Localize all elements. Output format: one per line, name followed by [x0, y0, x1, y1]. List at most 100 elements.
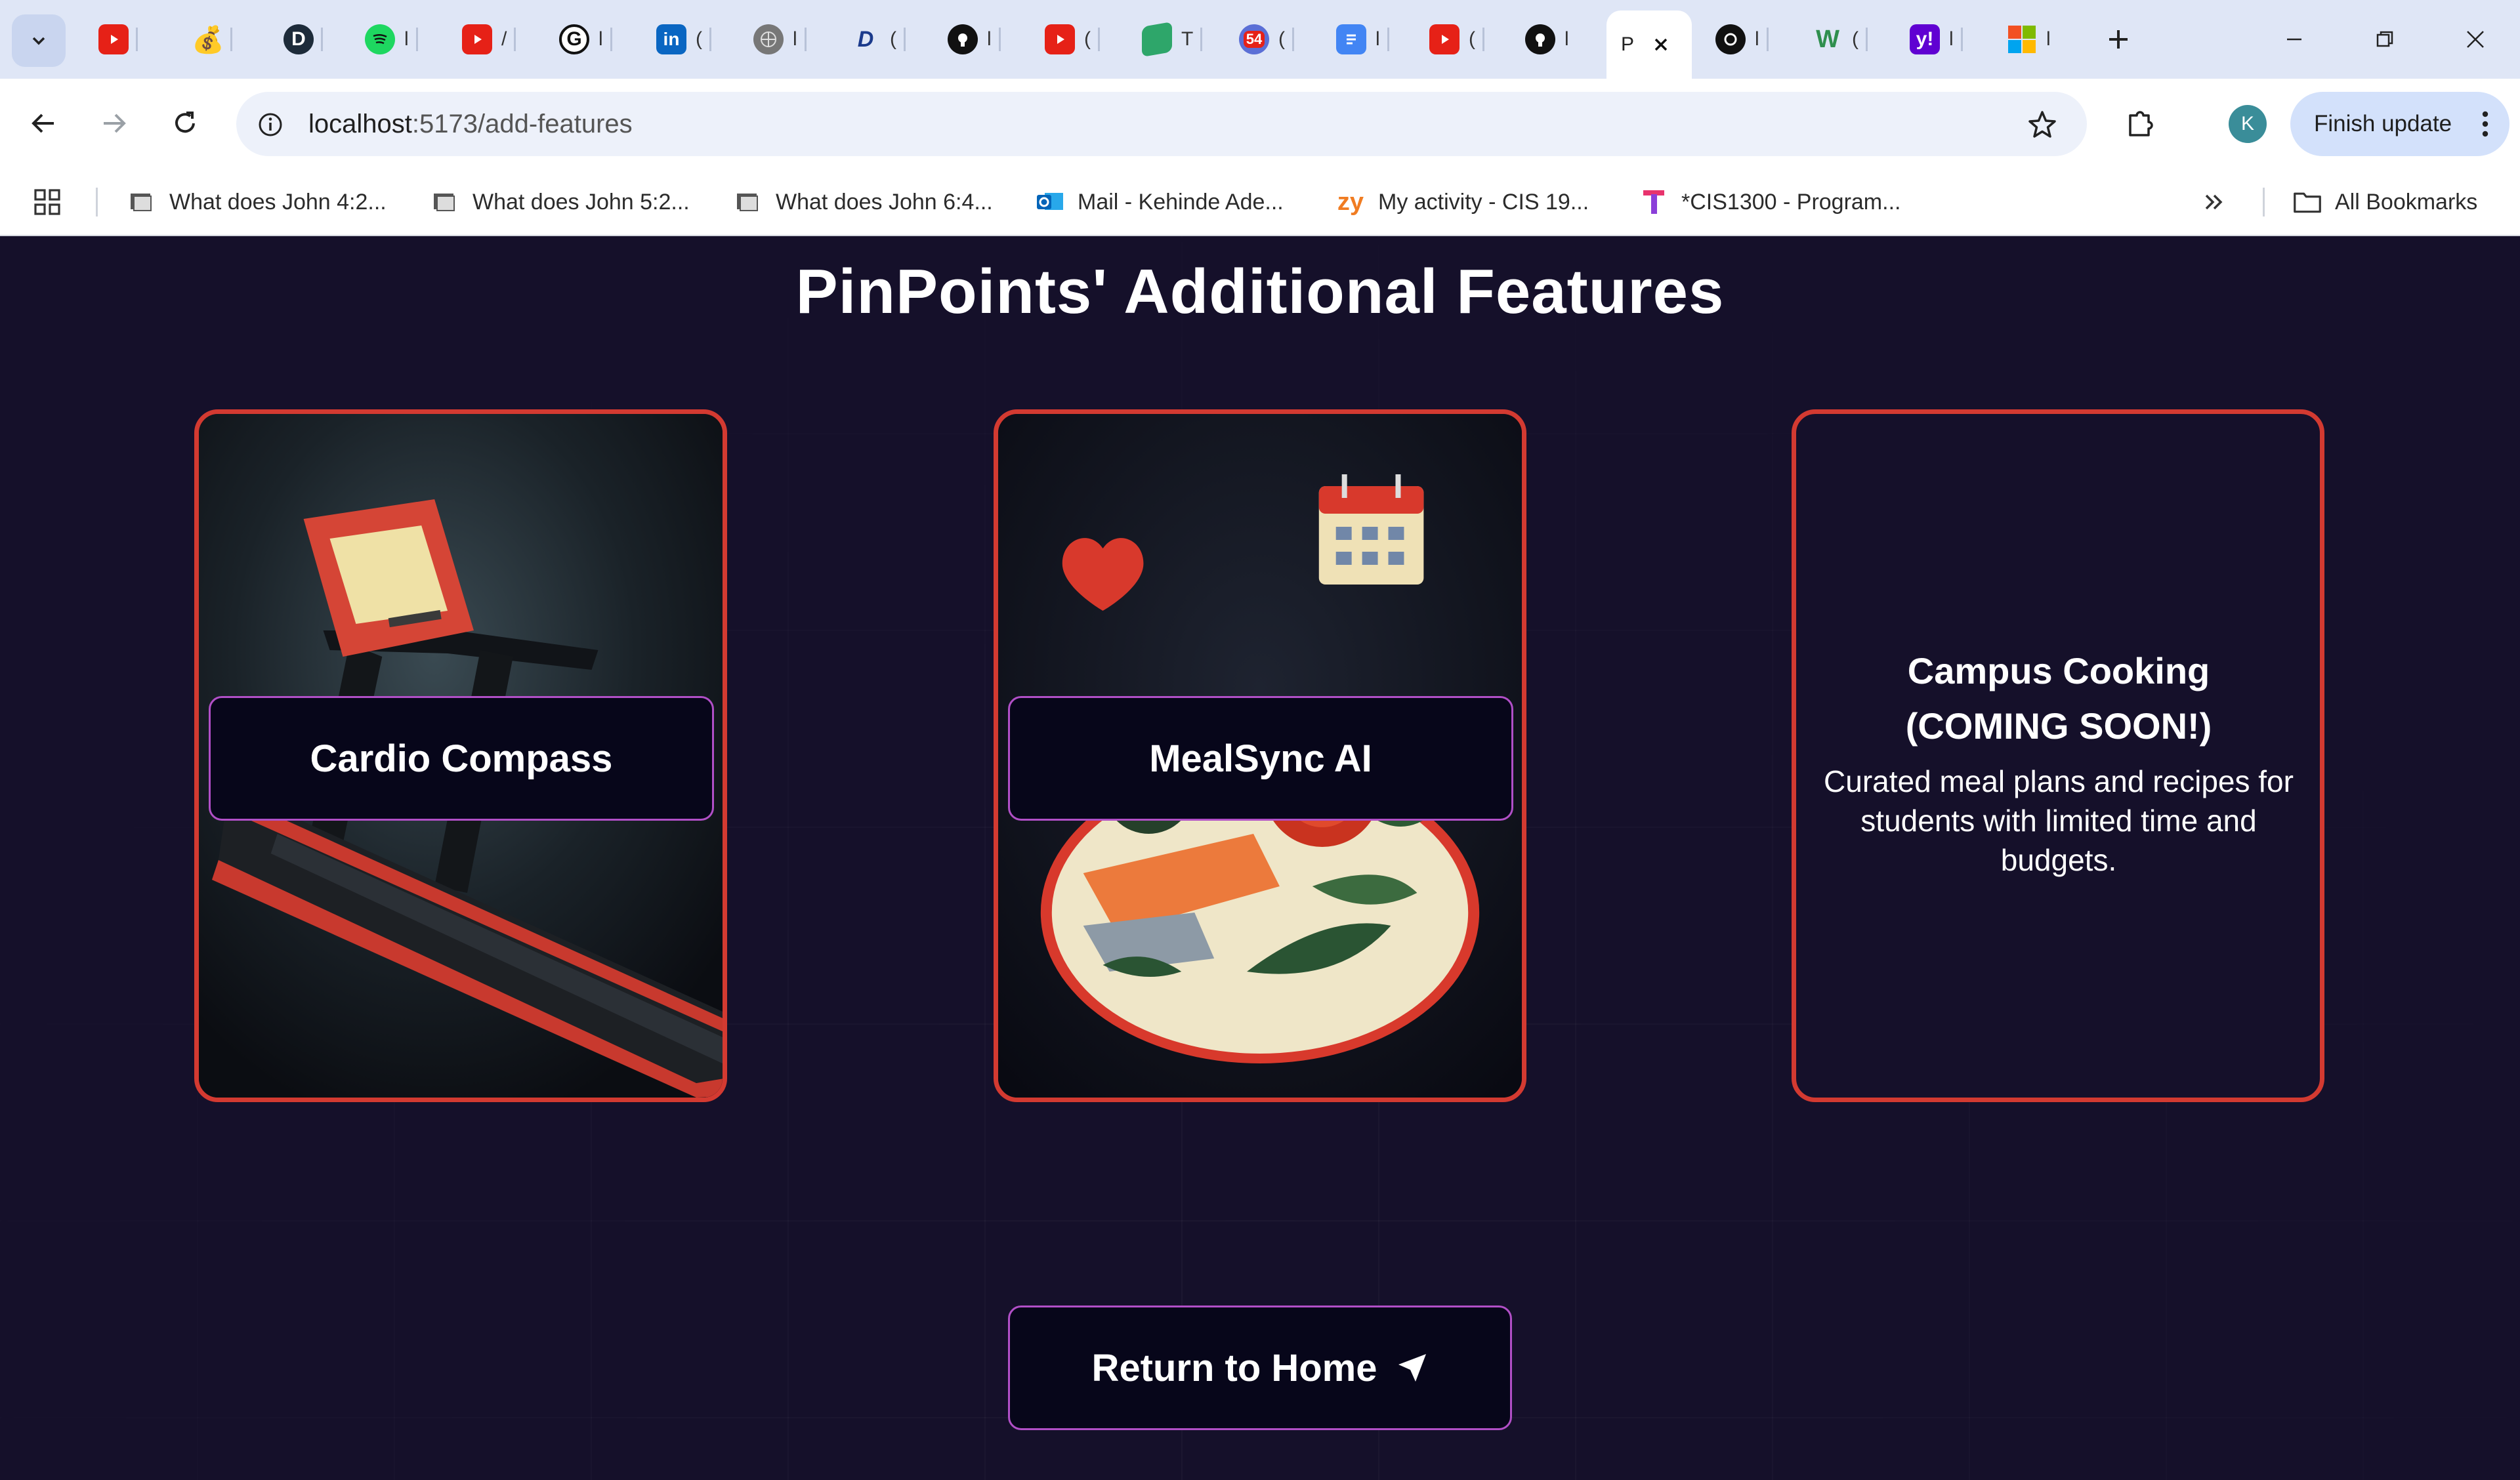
tab-title: l — [793, 28, 797, 50]
bookmark-item[interactable]: *CIS1300 - Program... — [1639, 184, 1900, 220]
campus-cooking-title: Campus Cooking (COMING SOON!) — [1822, 644, 2295, 754]
more-menu-icon — [2482, 111, 2488, 137]
feature-card-cardio-compass[interactable]: Cardio Compass — [194, 409, 727, 1102]
graduation-cap-icon — [1142, 21, 1172, 58]
feature-card-campus-cooking: Campus Cooking (COMING SOON!) Curated me… — [1792, 409, 2324, 1102]
bible-icon — [734, 188, 763, 216]
close-tab-icon[interactable] — [1651, 35, 1671, 54]
all-bookmarks-label: All Bookmarks — [2335, 189, 2478, 215]
tab[interactable]: 54 ( — [1239, 13, 1294, 66]
reload-icon — [175, 112, 195, 133]
github-icon — [1525, 24, 1555, 54]
tab[interactable]: D ( — [850, 13, 906, 66]
folder-icon — [2293, 188, 2322, 216]
tab-title: P — [1621, 33, 1635, 55]
return-home-button[interactable]: Return to Home — [1008, 1305, 1512, 1430]
tab[interactable]: ( — [1045, 13, 1100, 66]
page-title: PinPoints' Additional Features — [795, 257, 1725, 327]
tab-title: ( — [1852, 28, 1858, 50]
bookmark-label: Mail - Kehinde Ade... — [1078, 189, 1284, 215]
cardio-compass-button[interactable]: Cardio Compass — [209, 696, 714, 821]
forward-button[interactable] — [92, 101, 136, 146]
youtube-icon — [462, 24, 492, 54]
mealsync-ai-button[interactable]: MealSync AI — [1008, 696, 1513, 821]
tab[interactable]: l — [1525, 13, 1569, 66]
tab[interactable]: l — [2007, 13, 2051, 66]
bookmark-item[interactable]: What does John 6:4... — [734, 184, 993, 220]
bookmark-label: What does John 6:4... — [776, 189, 993, 215]
tab-title: ( — [696, 28, 702, 50]
apps-button[interactable] — [33, 184, 62, 220]
bookmark-label: *CIS1300 - Program... — [1681, 189, 1901, 215]
double-chevron-right-icon — [2205, 194, 2223, 210]
active-tab[interactable]: P — [1606, 10, 1692, 79]
tab[interactable] — [98, 13, 138, 66]
bookmark-item[interactable]: Mail - Kehinde Ade... — [1036, 184, 1284, 220]
t-logo-icon — [1639, 188, 1668, 216]
openai-icon — [1715, 24, 1746, 54]
tab-search-button[interactable] — [12, 14, 66, 67]
tab[interactable]: ( — [1429, 13, 1484, 66]
tab[interactable]: T — [1142, 13, 1203, 66]
linkedin-icon: in — [656, 24, 686, 54]
tab[interactable]: D — [284, 13, 323, 66]
bookmark-item[interactable]: What does John 4:2... — [127, 184, 387, 220]
bookmarks-bar: What does John 4:2... What does John 5:2… — [0, 168, 2520, 236]
apps-grid-icon — [34, 189, 60, 215]
reload-button[interactable] — [163, 101, 207, 146]
restore-icon — [2376, 31, 2393, 47]
feature-card-mealsync-ai[interactable]: MealSync AI — [994, 409, 1526, 1102]
new-tab-button[interactable] — [2099, 20, 2138, 59]
tab-title: l — [598, 28, 603, 50]
restore-button[interactable] — [2365, 20, 2404, 59]
finish-update-button[interactable]: Finish update — [2290, 92, 2510, 156]
card-title-line: Campus Cooking — [1907, 650, 2210, 691]
bookmark-item[interactable]: What does John 5:2... — [430, 184, 690, 220]
tab-title: l — [987, 28, 992, 50]
minimize-button[interactable] — [2275, 20, 2314, 59]
chevron-down-icon — [32, 37, 45, 45]
youtube-icon — [1045, 24, 1075, 54]
tab[interactable]: l — [753, 13, 807, 66]
microsoft-icon — [2007, 24, 2037, 54]
tab-title: l — [1376, 28, 1380, 50]
tab[interactable]: l — [1336, 13, 1389, 66]
browser-toolbar: localhost:5173/add-features K Finish upd… — [0, 79, 2520, 168]
tab-title: ( — [1469, 28, 1475, 50]
youtube-icon — [98, 24, 129, 54]
tab[interactable]: y! l — [1910, 13, 1963, 66]
puzzle-piece-icon — [2129, 111, 2153, 136]
address-bar[interactable]: localhost:5173/add-features — [236, 92, 2087, 156]
tab[interactable]: l — [365, 13, 418, 66]
url-text[interactable]: localhost:5173/add-features — [308, 110, 633, 139]
bookmark-star-icon[interactable] — [2026, 109, 2058, 140]
money-bag-icon: 💰 — [192, 25, 224, 54]
tab[interactable]: G l — [559, 13, 612, 66]
all-bookmarks-button[interactable]: All Bookmarks — [2293, 184, 2477, 220]
close-icon — [2467, 31, 2484, 48]
bookmark-item[interactable]: zy My activity - CIS 19... — [1336, 184, 1589, 220]
site-info-icon[interactable] — [257, 112, 284, 138]
tab-title: ( — [1278, 28, 1285, 50]
tab[interactable]: l — [948, 13, 1001, 66]
profile-avatar[interactable]: K — [2229, 105, 2267, 143]
back-button[interactable] — [21, 101, 66, 146]
close-window-button[interactable] — [2456, 20, 2495, 59]
tab[interactable]: l — [1715, 13, 1769, 66]
arrow-left-icon — [32, 113, 54, 133]
bible-icon — [430, 188, 459, 216]
tab[interactable]: W ( — [1813, 13, 1868, 66]
tab-title: ( — [890, 28, 896, 50]
tab[interactable]: in ( — [656, 13, 711, 66]
d-logo-icon: D — [284, 24, 314, 54]
more-bookmarks-button[interactable] — [2201, 184, 2227, 220]
github-icon — [948, 24, 978, 54]
tab-title: l — [1755, 28, 1759, 50]
bookmark-label: My activity - CIS 19... — [1378, 189, 1589, 215]
tab[interactable]: 💰 — [192, 13, 232, 66]
youtube-icon — [1429, 24, 1460, 54]
tab[interactable]: / — [462, 13, 516, 66]
w3-icon: W — [1816, 25, 1839, 53]
spotify-icon — [365, 24, 395, 54]
extensions-button[interactable] — [2118, 101, 2163, 146]
